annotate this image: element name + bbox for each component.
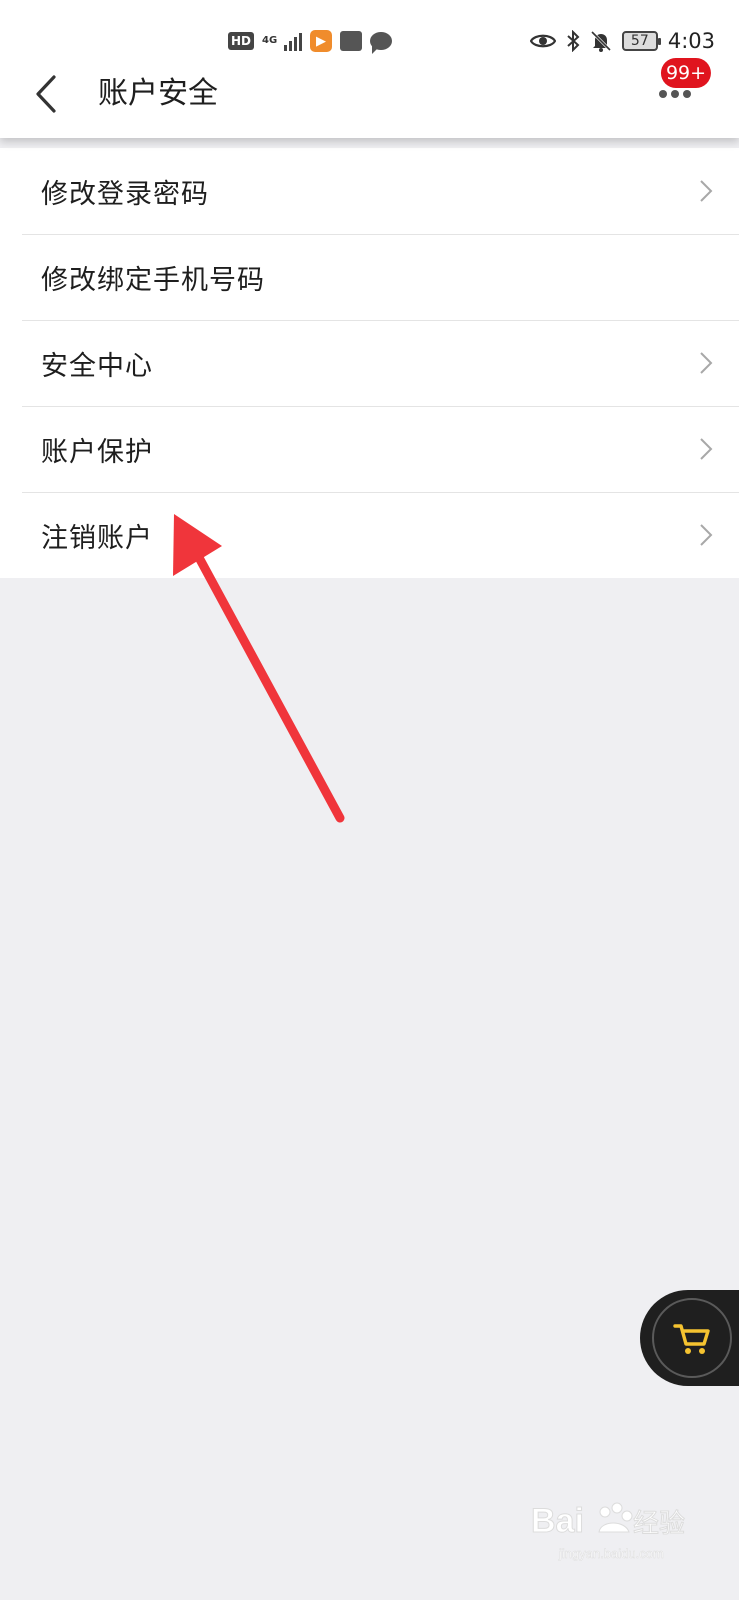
screen: HD 4G ▶ 57 4:03 账户安全 99+ 修改登录密码 修改绑定手机号码… [0, 0, 739, 1600]
huawei-app-icon [340, 31, 363, 51]
menu-item-label: 安全中心 [41, 350, 153, 382]
status-bar: HD 4G ▶ 57 4:03 [0, 22, 739, 60]
menu-item-change-login-password[interactable]: 修改登录密码 [0, 148, 739, 234]
status-right-icons: 57 4:03 [529, 26, 715, 56]
clock-time: 4:03 [667, 29, 715, 53]
chevron-right-icon [700, 438, 713, 460]
baidu-watermark-logo: Bai 经验 jingyan.baidu.com [531, 1502, 686, 1562]
chevron-right-icon [700, 524, 713, 546]
video-app-icon: ▶ [310, 30, 333, 52]
menu-item-security-center[interactable]: 安全中心 [0, 320, 739, 406]
bluetooth-icon [567, 30, 580, 52]
status-left-icons: HD 4G ▶ [228, 28, 393, 54]
chevron-left-icon [36, 75, 56, 113]
hd-icon: HD [228, 32, 255, 50]
floating-cart-button[interactable] [640, 1290, 739, 1386]
menu-item-label: 注销账户 [41, 522, 153, 554]
menu-item-label: 账户保护 [41, 436, 153, 468]
cart-ring [652, 1298, 732, 1378]
menu-item-account-protection[interactable]: 账户保护 [0, 406, 739, 492]
menu-item-change-bound-phone[interactable]: 修改绑定手机号码 [0, 234, 739, 320]
svg-text:Bai: Bai [531, 1502, 584, 1540]
notification-badge: 99+ [660, 58, 712, 88]
bell-muted-icon [590, 30, 611, 52]
header-area: HD 4G ▶ 57 4:03 账户安全 [0, 0, 739, 138]
back-button[interactable] [26, 70, 66, 118]
signal-icon [284, 31, 303, 51]
svg-text:经验: 经验 [633, 1508, 685, 1538]
battery-icon: 57 [621, 31, 661, 51]
chat-icon [370, 32, 393, 54]
svg-text:jingyan.baidu.com: jingyan.baidu.com [558, 1546, 664, 1561]
page-title: 账户安全 [98, 76, 218, 111]
network-type-label: 4G [262, 35, 278, 46]
eye-icon [529, 34, 556, 48]
shopping-cart-icon [673, 1324, 710, 1354]
chevron-right-icon [700, 180, 713, 202]
menu-item-label: 修改绑定手机号码 [41, 264, 265, 296]
nav-bar: 账户安全 [0, 60, 739, 130]
menu-item-cancel-account[interactable]: 注销账户 [0, 492, 739, 578]
menu-item-label: 修改登录密码 [41, 178, 209, 210]
settings-list: 修改登录密码 修改绑定手机号码 安全中心 账户保护 注销账户 [0, 148, 739, 578]
more-dots-icon [659, 90, 691, 98]
chevron-right-icon [700, 352, 713, 374]
